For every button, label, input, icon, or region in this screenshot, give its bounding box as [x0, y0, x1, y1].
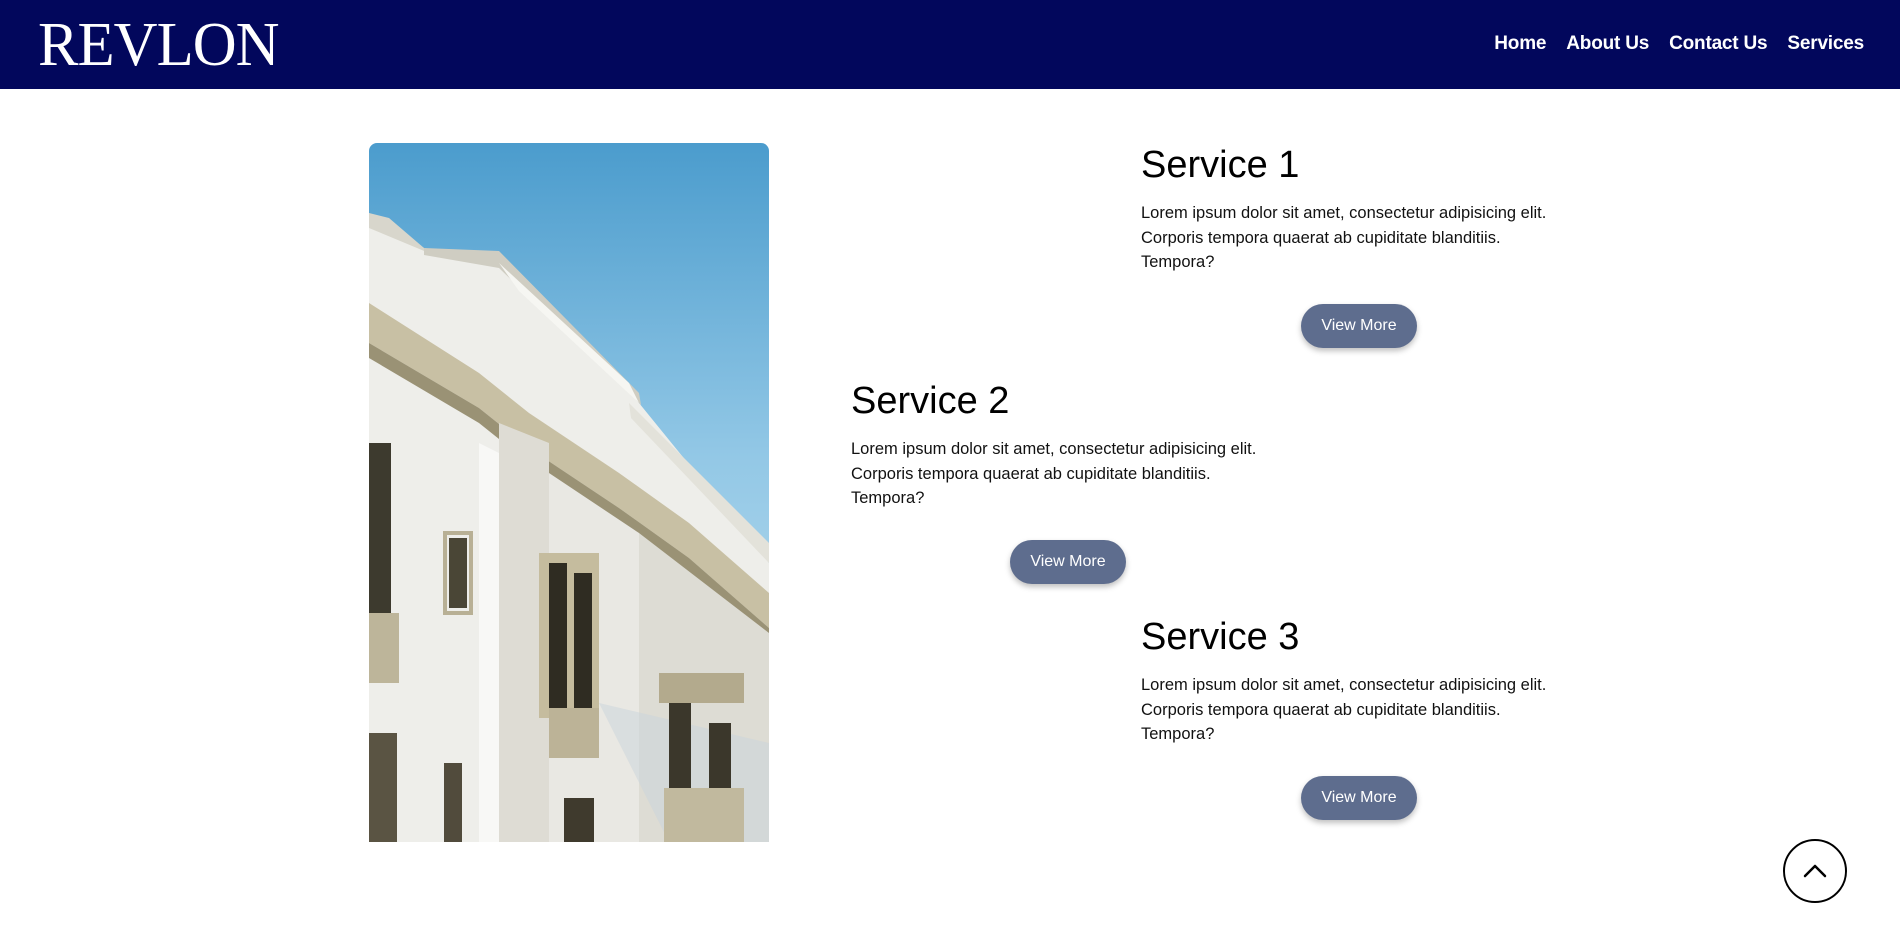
- nav-link-about-us[interactable]: About Us: [1566, 33, 1649, 55]
- nav-link-home[interactable]: Home: [1494, 33, 1546, 55]
- service-2-title: Service 2: [851, 380, 1010, 422]
- service-2-view-more-button[interactable]: View More: [1010, 540, 1126, 584]
- chevron-up-icon: [1803, 864, 1827, 878]
- service-2-description: Lorem ipsum dolor sit amet, consectetur …: [851, 440, 1257, 507]
- revlon-logo[interactable]: REVLON: [38, 14, 279, 76]
- service-1-title: Service 1: [1141, 144, 1300, 186]
- service-card-1: Service 1 Lorem ipsum dolor sit amet, co…: [1141, 143, 1561, 275]
- service-1-view-more-button[interactable]: View More: [1301, 304, 1417, 348]
- nav-link-services[interactable]: Services: [1787, 33, 1864, 55]
- navbar: REVLON Home About Us Contact Us Services: [0, 0, 1900, 89]
- service-3-title: Service 3: [1141, 616, 1300, 658]
- service-3-description: Lorem ipsum dolor sit amet, consectetur …: [1141, 676, 1547, 743]
- service-card-3: Service 3 Lorem ipsum dolor sit amet, co…: [1141, 615, 1561, 747]
- scroll-to-top-button[interactable]: [1783, 839, 1847, 903]
- service-1-description: Lorem ipsum dolor sit amet, consectetur …: [1141, 204, 1547, 271]
- nav-link-contact-us[interactable]: Contact Us: [1669, 33, 1767, 55]
- service-card-2: Service 2 Lorem ipsum dolor sit amet, co…: [851, 379, 1271, 511]
- building-photo: [369, 143, 769, 842]
- main-nav: Home About Us Contact Us Services: [1494, 33, 1864, 55]
- service-3-view-more-button[interactable]: View More: [1301, 776, 1417, 820]
